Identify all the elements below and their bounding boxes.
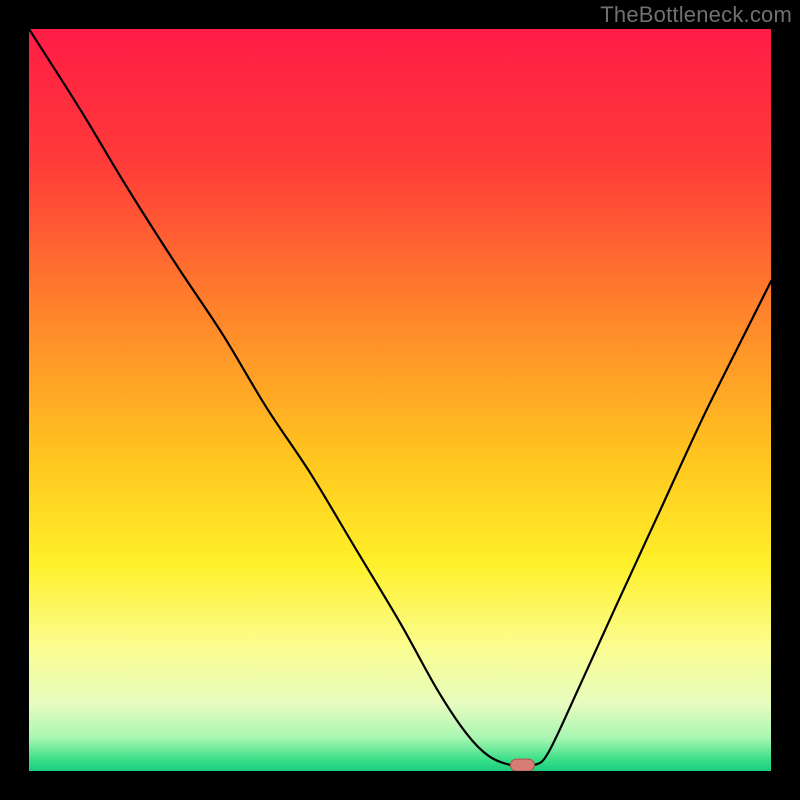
optimal-marker bbox=[510, 759, 534, 771]
chart-frame: TheBottleneck.com bbox=[0, 0, 800, 800]
plot-background bbox=[29, 29, 771, 771]
attribution-label: TheBottleneck.com bbox=[600, 2, 792, 28]
bottleneck-plot bbox=[29, 29, 771, 771]
